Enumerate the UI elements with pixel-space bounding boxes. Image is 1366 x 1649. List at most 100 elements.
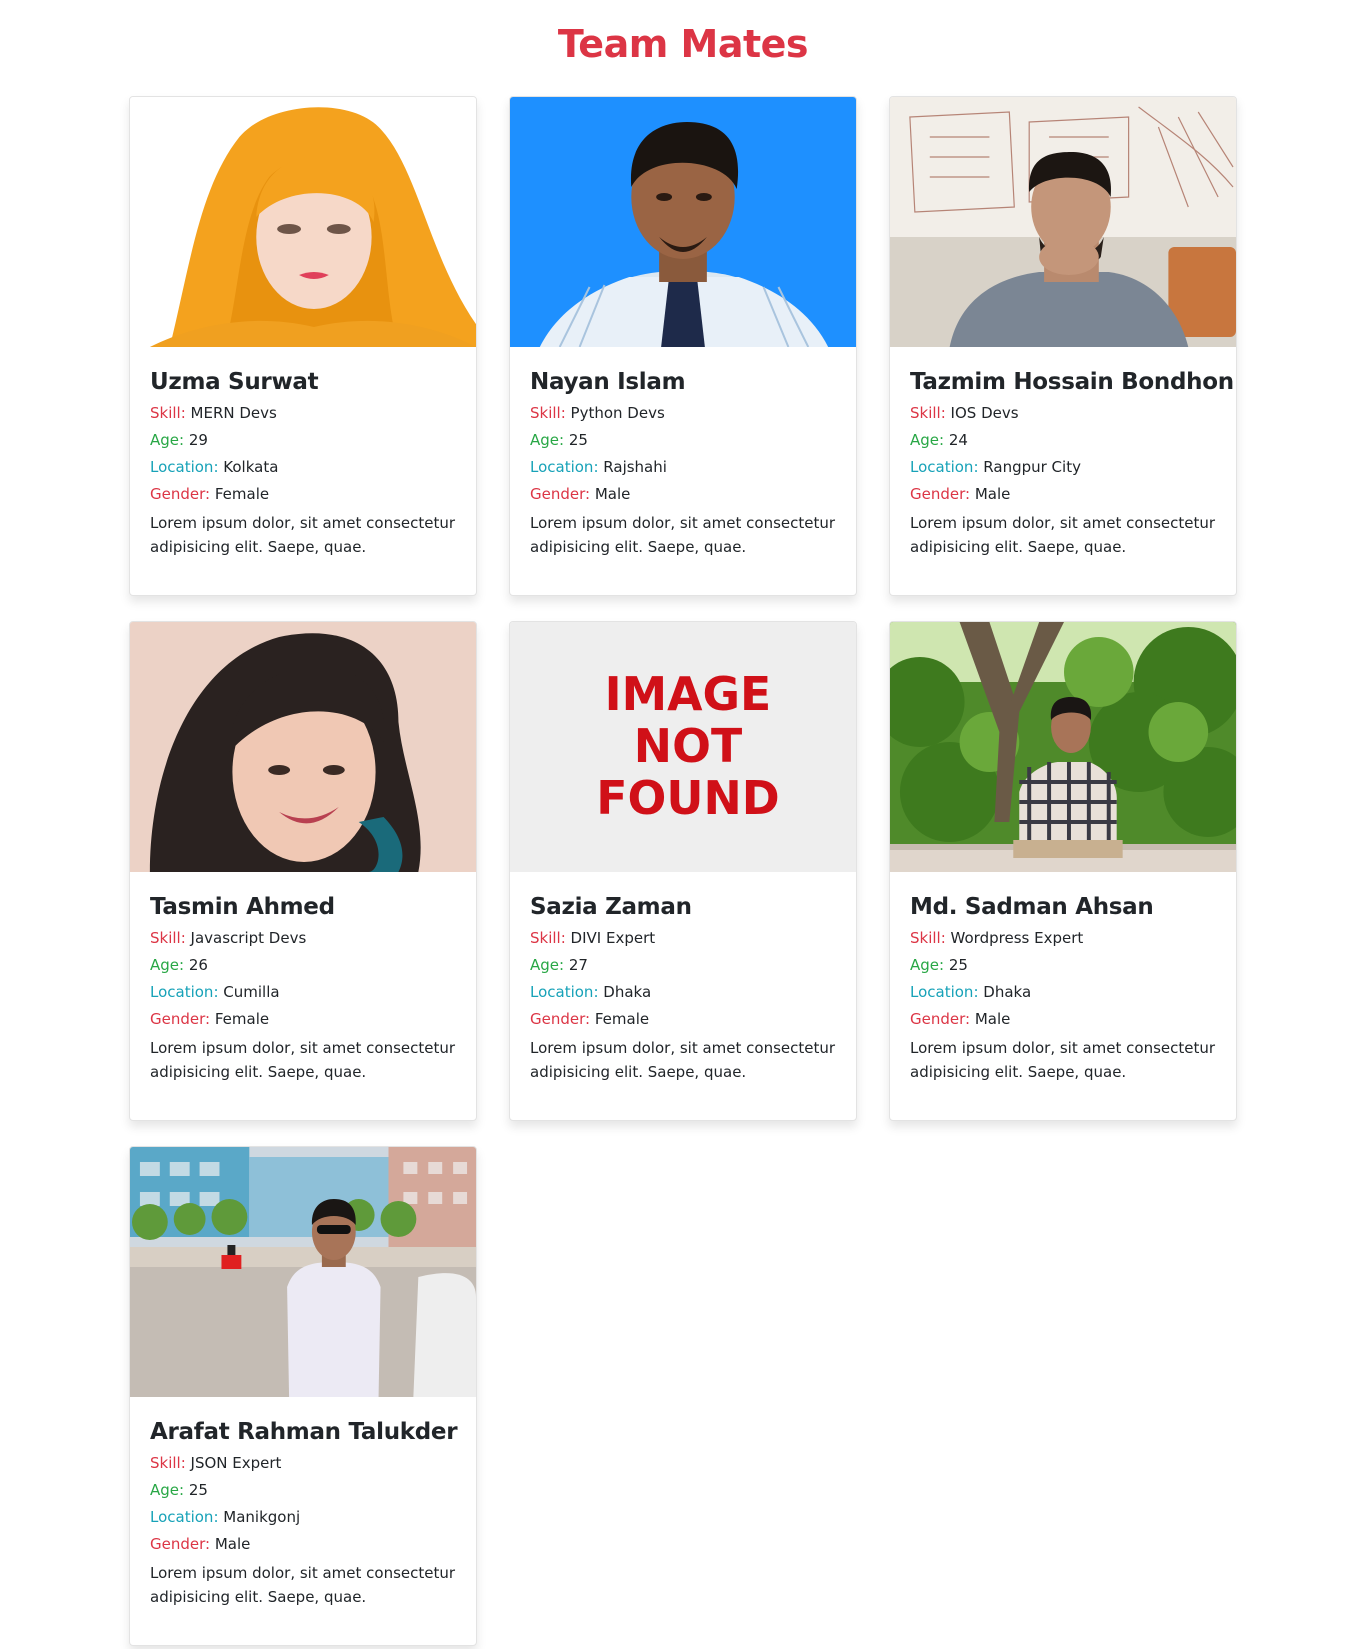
member-skill: Skill: IOS Devs [910,403,1216,423]
age-value: 26 [188,956,208,974]
member-skill: Skill: DIVI Expert [530,928,836,948]
member-name: Nayan Islam [530,369,686,395]
member-name: Md. Sadman Ahsan [910,894,1154,920]
member-skill: Skill: Python Devs [530,403,836,423]
age-value: 29 [188,431,208,449]
gender-value: Female [594,1010,650,1028]
location-label: Location: [530,983,599,1001]
age-label: Age: [910,431,945,449]
gender-label: Gender: [910,485,971,503]
gender-value: Male [974,485,1011,503]
skill-label: Skill: [150,929,186,947]
member-gender: Gender: Female [150,1009,456,1029]
member-gender: Gender: Male [910,1009,1216,1029]
age-label: Age: [530,956,565,974]
member-age: Age: 25 [530,430,836,450]
member-name: Tasmin Ahmed [150,894,335,920]
age-value: 25 [948,956,968,974]
gender-label: Gender: [150,485,211,503]
member-skill: Skill: MERN Devs [150,403,456,423]
member-description: Lorem ipsum dolor, sit amet consectetur … [150,514,456,556]
member-photo [130,1147,476,1397]
skill-label: Skill: [150,404,186,422]
location-value: Kolkata [223,458,279,476]
member-photo [130,97,476,347]
team-card[interactable]: Arafat Rahman Talukder Skill: JSON Exper… [129,1146,477,1646]
age-value: 27 [568,956,588,974]
gender-label: Gender: [150,1535,211,1553]
age-label: Age: [910,956,945,974]
age-label: Age: [150,956,185,974]
member-description: Lorem ipsum dolor, sit amet consectetur … [150,1039,456,1081]
member-location: Location: Dhaka [910,982,1216,1002]
skill-value: Wordpress Expert [950,929,1084,947]
member-photo [130,622,476,872]
age-label: Age: [150,431,185,449]
member-skill: Skill: Javascript Devs [150,928,456,948]
skill-value: DIVI Expert [570,929,656,947]
member-age: Age: 25 [910,955,1216,975]
location-label: Location: [150,458,219,476]
member-description: Lorem ipsum dolor, sit amet consectetur … [910,1039,1216,1081]
gender-label: Gender: [530,1010,591,1028]
team-card[interactable]: Nayan Islam Skill: Python Devs Age: 25 L… [509,96,857,596]
age-value: 24 [948,431,968,449]
skill-value: Javascript Devs [190,929,307,947]
member-name: Uzma Surwat [150,369,319,395]
team-card[interactable]: Md. Sadman Ahsan Skill: Wordpress Expert… [889,621,1237,1121]
member-gender: Gender: Female [150,484,456,504]
member-gender: Gender: Male [530,484,836,504]
team-card[interactable]: Uzma Surwat Skill: MERN Devs Age: 29 Loc… [129,96,477,596]
member-location: Location: Kolkata [150,457,456,477]
page: Team Mates Uzma Surwat Skill: MERN Devs … [0,0,1366,1649]
location-label: Location: [910,983,979,1001]
gender-value: Male [974,1010,1011,1028]
member-location: Location: Dhaka [530,982,836,1002]
member-location: Location: Cumilla [150,982,456,1002]
member-age: Age: 29 [150,430,456,450]
gender-label: Gender: [150,1010,211,1028]
team-card[interactable]: Tazmim Hossain Bondhon Skill: IOS Devs A… [889,96,1237,596]
skill-label: Skill: [150,1454,186,1472]
member-age: Age: 27 [530,955,836,975]
member-description: Lorem ipsum dolor, sit amet consectetur … [530,1039,836,1081]
location-label: Location: [150,983,219,1001]
location-value: Rangpur City [983,458,1081,476]
member-name: Arafat Rahman Talukder [150,1419,458,1445]
gender-value: Female [214,1010,270,1028]
member-photo-placeholder: IMAGE NOT FOUND [510,622,856,872]
skill-value: MERN Devs [190,404,277,422]
gender-value: Male [214,1535,251,1553]
skill-value: IOS Devs [950,404,1019,422]
team-card[interactable]: Tasmin Ahmed Skill: Javascript Devs Age:… [129,621,477,1121]
location-value: Rajshahi [603,458,667,476]
gender-value: Male [594,485,631,503]
age-label: Age: [530,431,565,449]
team-card[interactable]: IMAGE NOT FOUND Sazia Zaman Skill: DIVI … [509,621,857,1121]
member-age: Age: 24 [910,430,1216,450]
placeholder-line-2: NOT [634,719,743,773]
age-value: 25 [188,1481,208,1499]
location-value: Dhaka [983,983,1032,1001]
gender-value: Female [214,485,270,503]
age-label: Age: [150,1481,185,1499]
member-age: Age: 25 [150,1480,456,1500]
member-skill: Skill: Wordpress Expert [910,928,1216,948]
member-photo [890,97,1236,347]
member-name: Sazia Zaman [530,894,692,920]
member-description: Lorem ipsum dolor, sit amet consectetur … [910,514,1216,556]
member-skill: Skill: JSON Expert [150,1453,456,1473]
page-title: Team Mates [557,22,809,66]
member-photo [890,622,1236,872]
location-label: Location: [910,458,979,476]
skill-value: JSON Expert [190,1454,282,1472]
member-age: Age: 26 [150,955,456,975]
placeholder-line-1: IMAGE [605,667,772,721]
member-location: Location: Rangpur City [910,457,1216,477]
location-value: Cumilla [223,983,280,1001]
placeholder-line-3: FOUND [596,771,779,825]
skill-value: Python Devs [570,404,665,422]
member-location: Location: Manikgonj [150,1507,456,1527]
member-location: Location: Rajshahi [530,457,836,477]
team-grid: Uzma Surwat Skill: MERN Devs Age: 29 Loc… [129,96,1239,1646]
